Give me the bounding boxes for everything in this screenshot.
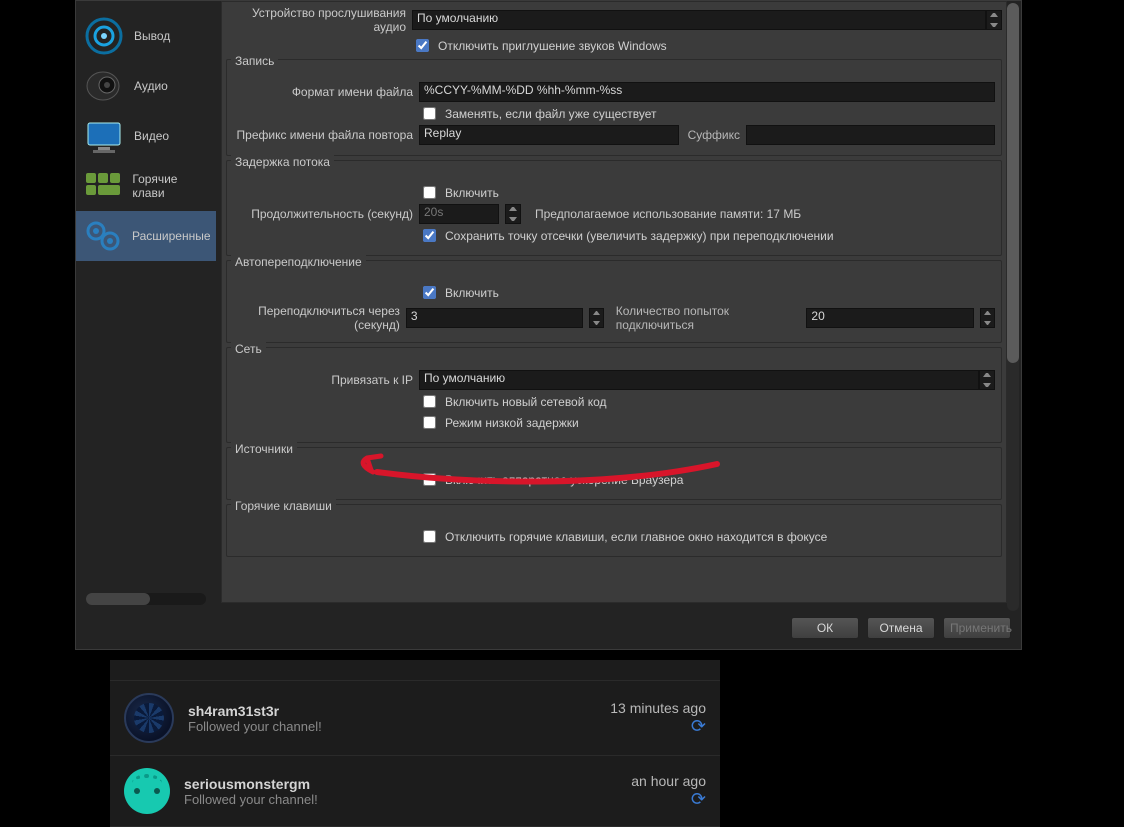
activity-feed: sh4ram31st3r Followed your channel! 13 m… xyxy=(110,660,720,827)
settings-window: Вывод Аудио Видео Горячие клави xyxy=(75,0,1022,650)
feed-time: 13 minutes ago xyxy=(610,700,706,716)
group-title: Горячие клавиши xyxy=(231,499,336,513)
disable-ducking-checkbox[interactable]: Отключить приглушение звуков Windows xyxy=(412,36,667,55)
feed-item: seriousmonstergm Followed your channel! … xyxy=(110,756,720,827)
preserve-cutoff-checkbox[interactable]: Сохранить точку отсечки (увеличить задер… xyxy=(419,226,834,245)
dropdown-icon[interactable] xyxy=(986,10,1002,30)
replay-prefix-label: Префикс имени файла повтора xyxy=(233,128,413,142)
hotkeys-group: Горячие клавиши Отключить горячие клавиш… xyxy=(226,504,1002,557)
network-group: Сеть Привязать к IP По умолчанию Включит… xyxy=(226,347,1002,443)
feed-time: an hour ago xyxy=(631,773,706,789)
cancel-button[interactable]: Отмена xyxy=(867,617,935,639)
avatar xyxy=(124,693,174,743)
sidebar-item-label: Видео xyxy=(134,129,169,143)
bind-ip-label: Привязать к IP xyxy=(233,373,413,387)
disable-hotkeys-focus-checkbox[interactable]: Отключить горячие клавиши, если главное … xyxy=(419,527,827,546)
max-retries-input[interactable]: 20 xyxy=(806,308,974,328)
browser-hw-accel-checkbox[interactable]: Включить аппаратное ускорение Браузера xyxy=(419,470,683,489)
spinner-icon[interactable] xyxy=(589,308,604,328)
reconnect-enable-checkbox[interactable]: Включить xyxy=(419,283,499,302)
sidebar-item-audio[interactable]: Аудио xyxy=(76,61,216,111)
refresh-icon[interactable]: ⟳ xyxy=(610,716,706,737)
suffix-input[interactable] xyxy=(746,125,995,145)
suffix-label: Суффикс xyxy=(685,128,740,142)
sidebar-item-advanced[interactable]: Расширенные xyxy=(76,211,216,261)
audio-device-label: Устройство прослушивания аудио xyxy=(226,6,406,34)
feed-item: sh4ram31st3r Followed your channel! 13 m… xyxy=(110,681,720,756)
gear-icon xyxy=(82,214,124,258)
low-latency-checkbox[interactable]: Режим низкой задержки xyxy=(419,413,579,432)
stream-delay-group: Задержка потока Включить Продолжительнос… xyxy=(226,160,1002,256)
follower-name: seriousmonstergm xyxy=(184,776,318,792)
replay-prefix-input[interactable]: Replay xyxy=(419,125,679,145)
bind-ip-select[interactable]: По умолчанию xyxy=(419,370,979,390)
sidebar-item-label: Вывод xyxy=(134,29,170,43)
sidebar-item-label: Горячие клави xyxy=(132,172,210,200)
group-title: Запись xyxy=(231,54,278,68)
sidebar-item-hotkeys[interactable]: Горячие клави xyxy=(76,161,216,211)
group-title: Сеть xyxy=(231,342,266,356)
sources-group: Источники Включить аппаратное ускорение … xyxy=(226,447,1002,500)
follower-action: Followed your channel! xyxy=(188,719,322,734)
duration-input[interactable]: 20s xyxy=(419,204,499,224)
duration-label: Продолжительность (секунд) xyxy=(233,207,413,221)
filename-format-label: Формат имени файла xyxy=(233,85,413,99)
avatar xyxy=(124,768,170,814)
reconnect-group: Автопереподключение Включить Переподключ… xyxy=(226,260,1002,343)
sidebar-scrollbar[interactable] xyxy=(86,593,206,605)
filename-format-input[interactable]: %CCYY-%MM-%DD %hh-%mm-%ss xyxy=(419,82,995,102)
recording-group: Запись Формат имени файла %CCYY-%MM-%DD … xyxy=(226,59,1002,156)
group-title: Автопереподключение xyxy=(231,255,366,269)
follower-action: Followed your channel! xyxy=(184,792,318,807)
spinner-icon[interactable] xyxy=(980,308,995,328)
retry-delay-input[interactable]: 3 xyxy=(406,308,583,328)
follower-name: sh4ram31st3r xyxy=(188,703,322,719)
keyboard-icon xyxy=(82,164,124,208)
ok-button[interactable]: ОК xyxy=(791,617,859,639)
new-network-code-checkbox[interactable]: Включить новый сетевой код xyxy=(419,392,607,411)
delay-enable-checkbox[interactable]: Включить xyxy=(419,183,499,202)
sidebar-item-video[interactable]: Видео xyxy=(76,111,216,161)
overwrite-checkbox[interactable]: Заменять, если файл уже существует xyxy=(419,104,657,123)
sidebar: Вывод Аудио Видео Горячие клави xyxy=(76,1,216,611)
apply-button[interactable]: Применить xyxy=(943,617,1011,639)
dropdown-icon[interactable] xyxy=(979,370,995,390)
group-title: Задержка потока xyxy=(231,155,334,169)
retry-delay-label: Переподключиться через (секунд) xyxy=(233,304,400,332)
memory-estimate-label: Предполагаемое использование памяти: 17 … xyxy=(535,207,801,221)
speaker-icon xyxy=(82,64,126,108)
spinner-icon[interactable] xyxy=(505,204,521,224)
dialog-footer: ОК Отмена Применить xyxy=(791,617,1011,639)
content-scrollbar[interactable] xyxy=(1007,3,1019,611)
settings-content: Устройство прослушивания аудио По умолча… xyxy=(221,1,1007,603)
refresh-icon[interactable]: ⟳ xyxy=(631,789,706,810)
group-title: Источники xyxy=(231,442,297,456)
broadcast-icon xyxy=(82,14,126,58)
sidebar-item-general[interactable] xyxy=(76,1,216,11)
max-retries-label: Количество попыток подключиться xyxy=(616,304,797,332)
sidebar-item-label: Расширенные xyxy=(132,229,211,243)
sidebar-item-label: Аудио xyxy=(134,79,168,93)
audio-device-select[interactable]: По умолчанию xyxy=(412,10,986,30)
monitor-icon xyxy=(82,114,126,158)
sidebar-item-output[interactable]: Вывод xyxy=(76,11,216,61)
